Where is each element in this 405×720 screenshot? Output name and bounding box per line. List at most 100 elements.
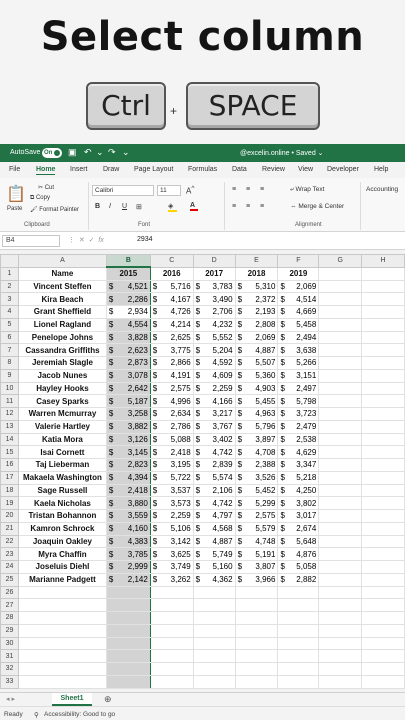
add-sheet-icon[interactable]: ⊕ [104,694,112,705]
chevron-down-icon[interactable]: ⌄ [96,147,104,158]
cell-a5[interactable]: Lionel Ragland [17,317,107,332]
tab-draw[interactable]: Draw [103,166,119,173]
cell-f3[interactable]: $4,514 [277,292,320,306]
cell-c27[interactable] [149,598,194,612]
row-header[interactable]: 13 [0,419,19,434]
cell-f22[interactable]: $5,648 [277,534,320,549]
row-header[interactable]: 12 [0,407,19,421]
cell-f24[interactable]: $5,058 [277,560,320,574]
cell-h3[interactable] [361,292,405,306]
cell-f26[interactable] [277,585,320,600]
row-header[interactable]: 7 [0,343,19,357]
cell-h7[interactable] [361,343,405,357]
cell-c1[interactable]: 2016 [149,266,194,281]
row-header[interactable]: 21 [0,521,19,536]
cell-c15[interactable]: $2,418 [149,445,194,459]
cell-d16[interactable]: $2,839 [192,458,236,472]
cell-d26[interactable] [192,585,236,600]
cell-g5[interactable] [318,317,363,332]
cell-g29[interactable] [318,623,363,638]
cell-b7[interactable]: $2,623 [105,343,151,357]
cell-a12[interactable]: Warren Mcmurray [17,407,107,421]
row-header[interactable]: 11 [0,394,19,408]
cell-g27[interactable] [318,598,363,612]
cell-g30[interactable] [318,636,363,651]
tab-formulas[interactable]: Formulas [188,166,217,173]
align-right-icon[interactable]: ≡ [260,203,264,210]
sheet-tab-sheet1[interactable]: Sheet1 [52,693,92,706]
cell-h17[interactable] [361,470,405,485]
cell-h9[interactable] [361,368,405,383]
cell-b15[interactable]: $3,145 [105,445,151,459]
cell-g25[interactable] [318,572,363,587]
cell-a22[interactable]: Joaquin Oakley [17,534,107,549]
accessibility-status[interactable]: Accessibility: Good to go [44,711,115,718]
cell-a23[interactable]: Myra Chaffin [17,547,107,561]
name-box[interactable]: B4 [2,235,60,247]
cell-e25[interactable]: $3,966 [234,572,279,587]
cell-h27[interactable] [361,598,405,612]
row-header[interactable]: 33 [0,674,19,689]
cell-d31[interactable] [192,649,236,663]
cell-a18[interactable]: Sage Russell [17,483,107,498]
fill-color-icon[interactable]: ◈ [168,202,177,212]
row-header[interactable]: 29 [0,623,19,638]
cell-f17[interactable]: $5,218 [277,470,320,485]
cell-e3[interactable]: $2,372 [234,292,279,306]
cell-c9[interactable]: $4,191 [149,368,194,383]
cell-d27[interactable] [192,598,236,612]
row-header[interactable]: 15 [0,445,19,459]
cell-a29[interactable] [17,623,107,638]
cell-g32[interactable] [318,662,363,676]
cell-c30[interactable] [149,636,194,651]
cut-button[interactable]: ✂ Cut [38,184,54,191]
cell-h20[interactable] [361,509,405,523]
cell-b2[interactable]: $4,521 [105,279,151,294]
cell-h4[interactable] [361,305,405,319]
row-header[interactable]: 8 [0,356,19,370]
cell-d17[interactable]: $5,574 [192,470,236,485]
cell-h28[interactable] [361,611,405,625]
cell-g18[interactable] [318,483,363,498]
cell-e7[interactable]: $4,887 [234,343,279,357]
cell-e16[interactable]: $2,388 [234,458,279,472]
cell-d10[interactable]: $2,259 [192,381,236,396]
cell-f6[interactable]: $2,494 [277,330,320,345]
cell-e22[interactable]: $4,748 [234,534,279,549]
cell-c29[interactable] [149,623,194,638]
cell-c16[interactable]: $3,195 [149,458,194,472]
cell-a7[interactable]: Cassandra Griffiths [17,343,107,357]
cell-h19[interactable] [361,496,405,510]
cell-d15[interactable]: $4,742 [192,445,236,459]
cell-d4[interactable]: $2,706 [192,305,236,319]
cell-a33[interactable] [17,674,107,689]
cell-g11[interactable] [318,394,363,408]
row-header[interactable]: 9 [0,368,19,383]
cell-e27[interactable] [234,598,279,612]
cell-h1[interactable] [361,266,405,281]
cell-c5[interactable]: $4,214 [149,317,194,332]
cell-g2[interactable] [318,279,363,294]
cell-f1[interactable]: 2019 [277,266,320,281]
cell-e21[interactable]: $5,579 [234,521,279,536]
cell-f18[interactable]: $4,250 [277,483,320,498]
cell-h25[interactable] [361,572,405,587]
cell-c33[interactable] [149,674,194,689]
cell-a6[interactable]: Penelope Johns [17,330,107,345]
cell-b19[interactable]: $3,880 [105,496,151,510]
formula-input[interactable]: 2934 [137,236,153,243]
cell-h29[interactable] [361,623,405,638]
row-header[interactable]: 17 [0,470,19,485]
cell-d18[interactable]: $2,106 [192,483,236,498]
cell-h30[interactable] [361,636,405,651]
row-header[interactable]: 18 [0,483,19,498]
font-size-select[interactable]: 11 [157,185,181,196]
cell-e5[interactable]: $2,808 [234,317,279,332]
cell-b12[interactable]: $3,258 [105,407,151,421]
cell-b30[interactable] [105,636,151,651]
cell-d14[interactable]: $3,402 [192,432,236,447]
column-header-a[interactable]: A [17,254,107,268]
cell-e9[interactable]: $5,360 [234,368,279,383]
cell-f5[interactable]: $5,458 [277,317,320,332]
cell-e29[interactable] [234,623,279,638]
